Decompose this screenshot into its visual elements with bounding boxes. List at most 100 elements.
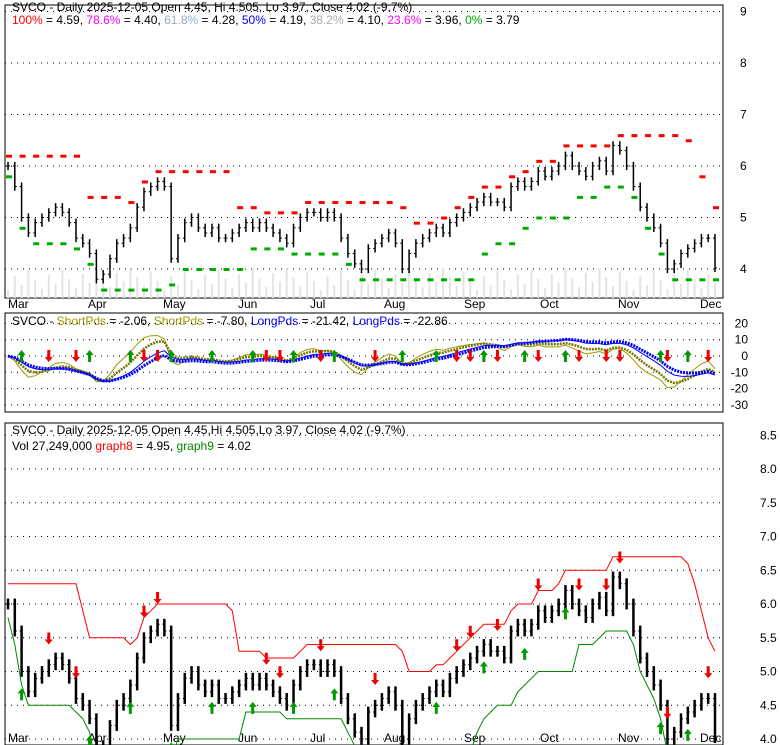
sell-arrow-icon [534, 350, 543, 362]
graph8-line [8, 556, 716, 672]
sell-arrow-icon [44, 632, 53, 645]
support-mark [223, 268, 230, 271]
resistance-mark [332, 201, 339, 205]
volume-bar [374, 270, 377, 298]
support-mark [318, 252, 325, 256]
resistance-mark [209, 170, 216, 174]
sell-arrow-icon [71, 350, 80, 362]
resistance-mark [318, 201, 325, 205]
y-tick-label: 4.0 [760, 732, 777, 745]
volume-bar [578, 287, 581, 298]
support-mark [699, 278, 706, 282]
resistance-mark [413, 221, 420, 225]
volume-bar [183, 271, 186, 298]
fib-value: = 4.59, [43, 13, 83, 27]
resistance-mark [563, 144, 570, 148]
resistance-mark [169, 170, 176, 174]
volume-bar [170, 276, 173, 298]
month-label: Nov [618, 297, 639, 311]
volume-bar [7, 290, 9, 298]
resistance-mark [468, 195, 475, 199]
volume-bar [47, 275, 50, 298]
resistance-mark [645, 134, 652, 138]
fib-label: 100% [12, 13, 43, 27]
buy-arrow-icon [85, 350, 94, 362]
volume-bar [238, 274, 241, 298]
support-mark [522, 226, 529, 230]
buy-arrow-icon [683, 728, 692, 741]
support-mark [237, 268, 244, 271]
support-mark [468, 278, 475, 282]
volume-bar [163, 290, 166, 298]
volume-bar [652, 271, 655, 298]
resistance-mark [291, 211, 298, 215]
volume-bar [448, 277, 451, 298]
volume-bar [136, 277, 139, 298]
sell-arrow-icon [452, 639, 461, 652]
volume-bar [605, 277, 608, 298]
volume-bar [312, 281, 315, 298]
volume-bar [591, 282, 594, 298]
osc-value: = -22.86 [400, 314, 448, 328]
y-tick-label: 9 [740, 5, 747, 19]
support-mark [495, 242, 502, 246]
volume-bar [489, 285, 492, 298]
volume-bar [258, 278, 261, 298]
resistance-mark [196, 170, 203, 174]
support-mark [386, 278, 393, 282]
volume-bar [108, 287, 111, 298]
volume-bar [88, 283, 91, 298]
fib-value: = 3.79 [482, 13, 519, 27]
volume-bar [476, 290, 479, 298]
support-mark [617, 185, 624, 189]
volume-bar [34, 280, 37, 298]
volume-bar [340, 271, 343, 298]
resistance-mark [73, 154, 80, 158]
volume-bar [204, 275, 207, 298]
volume-bar [210, 284, 213, 298]
support-mark [60, 242, 67, 246]
volume-bar [292, 277, 295, 298]
resistance-mark [155, 170, 162, 174]
resistance-mark [223, 170, 230, 174]
volume-bar [231, 288, 234, 298]
buy-arrow-icon [126, 701, 135, 714]
support-mark [169, 283, 176, 287]
support-mark [33, 242, 40, 246]
volume-bar [380, 279, 383, 298]
volume-bar [190, 280, 193, 298]
buy-arrow-icon [207, 701, 216, 714]
graph9-line [7, 617, 667, 745]
month-label: May [163, 297, 186, 311]
sell-arrow-icon [663, 706, 672, 719]
sell-arrow-icon [493, 350, 502, 362]
volume-bar [251, 269, 254, 298]
month-label: Mar [8, 731, 29, 745]
volume-bar [27, 271, 30, 298]
volume-bar [346, 280, 349, 298]
sell-arrow-icon [139, 605, 148, 618]
resistance-mark [481, 185, 488, 189]
support-mark [359, 278, 366, 282]
volume-bar [68, 279, 71, 298]
volume-bar [544, 288, 547, 298]
volume-bar [496, 271, 499, 298]
volume-bar [503, 280, 506, 298]
y-tick-label: 20 [735, 316, 749, 330]
y-tick-label: 6.5 [760, 563, 777, 577]
sell-arrow-icon [615, 551, 624, 564]
volume-bar [537, 279, 540, 298]
support-mark [6, 175, 12, 179]
resistance-mark [277, 211, 284, 215]
volume-bar [659, 280, 662, 298]
support-mark [19, 226, 26, 230]
sell-arrow-icon [71, 666, 80, 679]
support-mark [563, 216, 570, 220]
volume-bar [612, 286, 615, 298]
support-mark [209, 268, 216, 271]
volume-bar [482, 276, 485, 298]
volume-bar [197, 289, 200, 298]
volume-bar [428, 273, 431, 298]
volume-bar [285, 268, 288, 298]
fib-value: = 4.40, [120, 13, 160, 27]
